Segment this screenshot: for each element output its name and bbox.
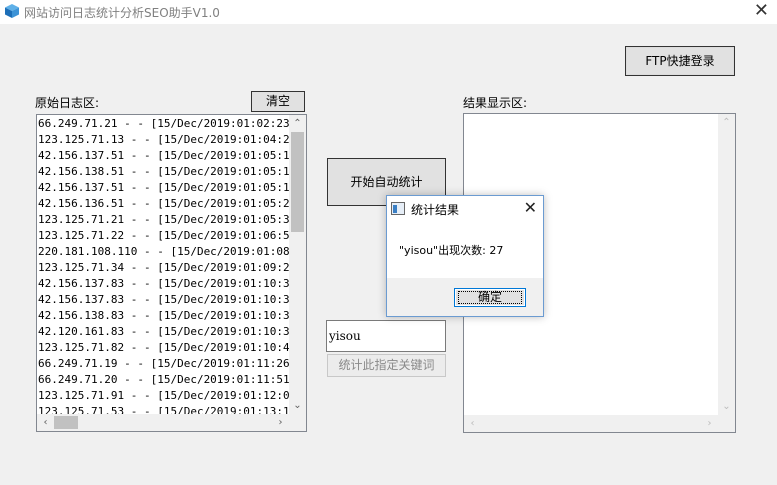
dialog-title: 统计结果 [411,203,460,217]
log-line: 42.156.138.83 - - [15/Dec/2019:01:10:37 … [38,309,289,322]
app-cube-icon [5,4,19,18]
log-horizontal-scrollbar[interactable]: ‹ › [37,414,289,431]
log-line: 66.249.71.21 - - [15/Dec/2019:01:02:23 +… [38,117,289,130]
scroll-left-icon[interactable]: ‹ [37,414,54,431]
dialog-title-bar: 统计结果 ✕ [387,196,543,222]
log-line: 123.125.71.34 - - [15/Dec/2019:01:09:27 … [38,261,289,274]
scroll-left-icon: ‹ [470,418,475,429]
scroll-up-icon[interactable]: ⌃ [289,115,306,132]
stats-result-dialog: 统计结果 ✕ "yisou"出现次数: 27 确定 [386,195,544,317]
scrollbar-corner [289,414,306,431]
log-line: 123.125.71.21 - - [15/Dec/2019:01:05:37 … [38,213,289,226]
log-line: 220.181.108.110 - - [15/Dec/2019:01:08:1… [38,245,289,258]
scrollbar-corner [718,415,735,432]
log-line: 42.156.137.83 - - [15/Dec/2019:01:10:36 … [38,277,289,290]
result-area-label: 结果显示区: [463,96,528,110]
scroll-right-icon[interactable]: › [272,414,289,431]
count-keyword-button: 统计此指定关键词 [327,354,446,377]
log-line: 42.156.137.83 - - [15/Dec/2019:01:10:37 … [38,293,289,306]
keyword-input[interactable]: yisou [326,320,446,352]
window-title: 网站访问日志统计分析SEO助手V1.0 [24,6,220,20]
ftp-login-button[interactable]: FTP快捷登录 [625,46,735,76]
log-horizontal-thumb[interactable] [54,416,78,429]
window-close-icon[interactable]: ✕ [754,1,769,21]
log-line: 42.156.137.51 - - [15/Dec/2019:01:05:19 … [38,181,289,194]
ok-button[interactable]: 确定 [454,288,526,307]
log-line: 123.125.71.13 - - [15/Dec/2019:01:04:20 … [38,133,289,146]
log-line: 66.249.71.20 - - [15/Dec/2019:01:11:51 +… [38,373,289,386]
scroll-down-icon: ⌄ [722,401,731,412]
log-line: 42.120.161.83 - - [15/Dec/2019:01:10:37 … [38,325,289,338]
scroll-right-icon: › [707,418,712,429]
result-horizontal-scrollbar[interactable]: ‹ › [464,415,718,432]
result-vertical-scrollbar[interactable]: ⌃ ⌄ [718,114,735,415]
log-line: 42.156.136.51 - - [15/Dec/2019:01:05:25 … [38,197,289,210]
scroll-down-icon[interactable]: ⌄ [289,397,306,414]
log-line: 123.125.71.22 - - [15/Dec/2019:01:06:54 … [38,229,289,242]
scroll-up-icon: ⌃ [722,117,731,128]
dialog-close-icon[interactable]: ✕ [524,198,537,217]
log-line: 66.249.71.19 - - [15/Dec/2019:01:11:26 +… [38,357,289,370]
focus-ring [458,291,522,304]
log-line: 42.156.138.51 - - [15/Dec/2019:01:05:19 … [38,165,289,178]
log-textarea[interactable]: 66.249.71.21 - - [15/Dec/2019:01:02:23 +… [36,114,307,432]
dialog-message: "yisou"出现次数: 27 [399,244,504,257]
log-area-label: 原始日志区: [35,96,100,110]
title-bar: 网站访问日志统计分析SEO助手V1.0 ✕ [0,0,777,24]
log-line: 123.125.71.53 - - [15/Dec/2019:01:13:18 … [38,405,289,414]
log-line: 123.125.71.82 - - [15/Dec/2019:01:10:44 … [38,341,289,354]
log-vertical-scrollbar[interactable]: ⌃ ⌄ [289,115,306,414]
dialog-footer: 确定 [387,278,543,316]
log-vertical-thumb[interactable] [291,132,304,232]
window-icon [391,202,405,215]
log-line: 42.156.137.51 - - [15/Dec/2019:01:05:18 … [38,149,289,162]
log-lines: 66.249.71.21 - - [15/Dec/2019:01:02:23 +… [38,116,289,414]
log-line: 123.125.71.91 - - [15/Dec/2019:01:12:01 … [38,389,289,402]
clear-button[interactable]: 清空 [251,91,305,112]
